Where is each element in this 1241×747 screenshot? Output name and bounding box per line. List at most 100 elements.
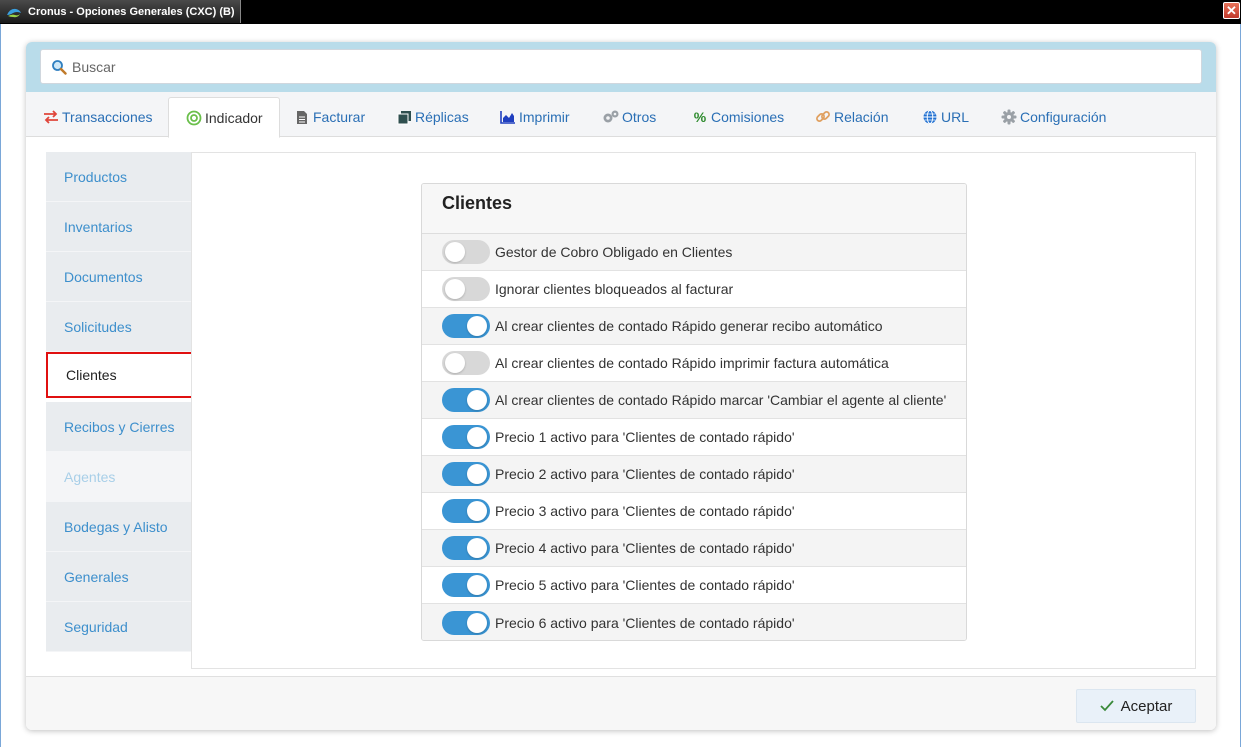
option-label: Al crear clientes de contado Rápido marc… xyxy=(495,392,947,408)
toggle-switch[interactable] xyxy=(442,462,490,486)
accept-label: Aceptar xyxy=(1120,697,1173,715)
toggle-knob xyxy=(467,316,487,336)
sidebar-item-productos[interactable]: Productos xyxy=(46,152,192,202)
toggle-switch[interactable] xyxy=(442,425,490,449)
sidebar-item-label: Productos xyxy=(64,168,128,185)
sidebar-item-bodegas-y-alisto[interactable]: Bodegas y Alisto xyxy=(46,502,192,552)
toggle-knob xyxy=(467,501,487,521)
check-icon xyxy=(1100,700,1114,712)
cronus-logo-icon xyxy=(7,8,21,17)
toggle-switch[interactable] xyxy=(442,499,490,523)
card-title: Clientes xyxy=(422,184,966,234)
tab-label: URL xyxy=(941,109,970,125)
tab-imprimir[interactable]: Imprimir xyxy=(483,97,586,137)
toggle-switch[interactable] xyxy=(442,536,490,560)
toggle-switch[interactable] xyxy=(442,573,490,597)
option-label: Precio 1 activo para 'Clientes de contad… xyxy=(495,429,795,445)
sidebar-item-generales[interactable]: Generales xyxy=(46,552,192,602)
toggle-switch[interactable] xyxy=(442,314,490,338)
tab-label: Imprimir xyxy=(519,109,570,125)
tab-label: Réplicas xyxy=(415,109,469,125)
clientes-card: Clientes Gestor de Cobro Obligado en Cli… xyxy=(421,183,967,641)
option-row: Precio 1 activo para 'Clientes de contad… xyxy=(422,419,966,456)
sidebar-item-solicitudes[interactable]: Solicitudes xyxy=(46,302,192,352)
option-label: Al crear clientes de contado Rápido gene… xyxy=(495,318,883,334)
option-row: Precio 5 activo para 'Clientes de contad… xyxy=(422,567,966,604)
option-row: Ignorar clientes bloqueados al facturar xyxy=(422,271,966,308)
tab-label: Indicador xyxy=(205,109,263,126)
sidebar-item-label: Agentes xyxy=(64,468,116,485)
sidebar-item-label: Recibos y Cierres xyxy=(64,418,175,435)
accept-button[interactable]: Aceptar xyxy=(1076,689,1196,723)
option-label: Al crear clientes de contado Rápido impr… xyxy=(495,355,889,371)
option-label: Gestor de Cobro Obligado en Clientes xyxy=(495,244,733,260)
search-icon xyxy=(52,59,67,75)
option-label: Precio 5 activo para 'Clientes de contad… xyxy=(495,577,795,593)
tab-comisiones[interactable]: % Comisiones xyxy=(675,97,800,137)
sidebar-item-seguridad[interactable]: Seguridad xyxy=(46,602,192,652)
option-label: Precio 2 activo para 'Clientes de contad… xyxy=(495,466,795,482)
sidebar-item-label: Solicitudes xyxy=(64,318,132,335)
sidebar-item-inventarios[interactable]: Inventarios xyxy=(46,202,192,252)
close-button[interactable]: ✕ xyxy=(1223,2,1240,19)
tab-label: Comisiones xyxy=(711,109,785,125)
toggle-switch[interactable] xyxy=(442,240,490,264)
tab-configuracion[interactable]: Configuración xyxy=(984,97,1122,137)
search-bar xyxy=(26,42,1216,92)
option-row: Al crear clientes de contado Rápido impr… xyxy=(422,345,966,382)
search-input[interactable] xyxy=(72,58,1172,75)
option-label: Precio 3 activo para 'Clientes de contad… xyxy=(495,503,795,519)
sidebar-item-label: Generales xyxy=(64,568,129,585)
target-icon xyxy=(185,110,203,126)
toggle-knob xyxy=(445,353,465,373)
toggle-knob xyxy=(445,279,465,299)
toggle-knob xyxy=(467,464,487,484)
tab-label: Transacciones xyxy=(62,109,153,125)
sidebar-item-label: Bodegas y Alisto xyxy=(64,518,168,535)
option-row: Al crear clientes de contado Rápido marc… xyxy=(422,382,966,419)
sidebar-item-documentos[interactable]: Documentos xyxy=(46,252,192,302)
tab-label: Relación xyxy=(834,109,889,125)
document-icon xyxy=(293,109,311,125)
toggle-switch[interactable] xyxy=(442,388,490,412)
sidebar: Productos Inventarios Documentos Solicit… xyxy=(46,152,194,652)
globe-icon xyxy=(921,109,939,125)
toggle-switch[interactable] xyxy=(442,277,490,301)
window-title-tab: Cronus - Opciones Generales (CXC) (B) xyxy=(0,0,241,23)
option-row: Al crear clientes de contado Rápido gene… xyxy=(422,308,966,345)
toggle-knob xyxy=(467,427,487,447)
toggle-knob xyxy=(467,575,487,595)
tab-label: Facturar xyxy=(313,109,366,125)
gears-icon xyxy=(602,109,620,125)
option-row: Precio 4 activo para 'Clientes de contad… xyxy=(422,530,966,567)
tab-indicador[interactable]: Indicador xyxy=(168,97,280,138)
tab-relacion[interactable]: Relación xyxy=(798,97,904,137)
toggle-knob xyxy=(467,612,487,633)
search-field[interactable] xyxy=(40,49,1202,84)
gear-icon xyxy=(1000,109,1018,125)
sidebar-item-clientes[interactable]: Clientes xyxy=(46,352,194,398)
option-row: Precio 3 activo para 'Clientes de contad… xyxy=(422,493,966,530)
tab-replicas[interactable]: Réplicas xyxy=(379,97,485,137)
tab-transacciones[interactable]: Transacciones xyxy=(26,97,169,137)
tab-url[interactable]: URL xyxy=(905,97,985,137)
tab-facturar[interactable]: Facturar xyxy=(277,97,381,137)
option-row: Gestor de Cobro Obligado en Clientes xyxy=(422,234,966,271)
tab-label: Configuración xyxy=(1020,109,1107,125)
toggle-switch[interactable] xyxy=(442,351,490,375)
dialog-footer: Aceptar xyxy=(26,676,1216,730)
sidebar-item-label: Clientes xyxy=(66,367,117,383)
sidebar-item-agentes: Agentes xyxy=(46,452,192,502)
option-row: Precio 6 activo para 'Clientes de contad… xyxy=(422,604,966,640)
option-label: Precio 6 activo para 'Clientes de contad… xyxy=(495,614,795,631)
sidebar-item-recibos-y-cierres[interactable]: Recibos y Cierres xyxy=(46,402,192,452)
option-label: Ignorar clientes bloqueados al facturar xyxy=(495,281,734,297)
tab-otros[interactable]: Otros xyxy=(586,97,672,137)
option-row: Precio 2 activo para 'Clientes de contad… xyxy=(422,456,966,493)
percent-icon: % xyxy=(693,109,707,125)
title-bar: Cronus - Opciones Generales (CXC) (B) ✕ xyxy=(0,0,1241,24)
toggle-switch[interactable] xyxy=(442,610,490,635)
options-panel: Transacciones Indicador Facturar Réplica… xyxy=(26,42,1216,730)
tab-bar: Transacciones Indicador Facturar Réplica… xyxy=(26,92,1216,138)
close-icon: ✕ xyxy=(1226,3,1237,18)
